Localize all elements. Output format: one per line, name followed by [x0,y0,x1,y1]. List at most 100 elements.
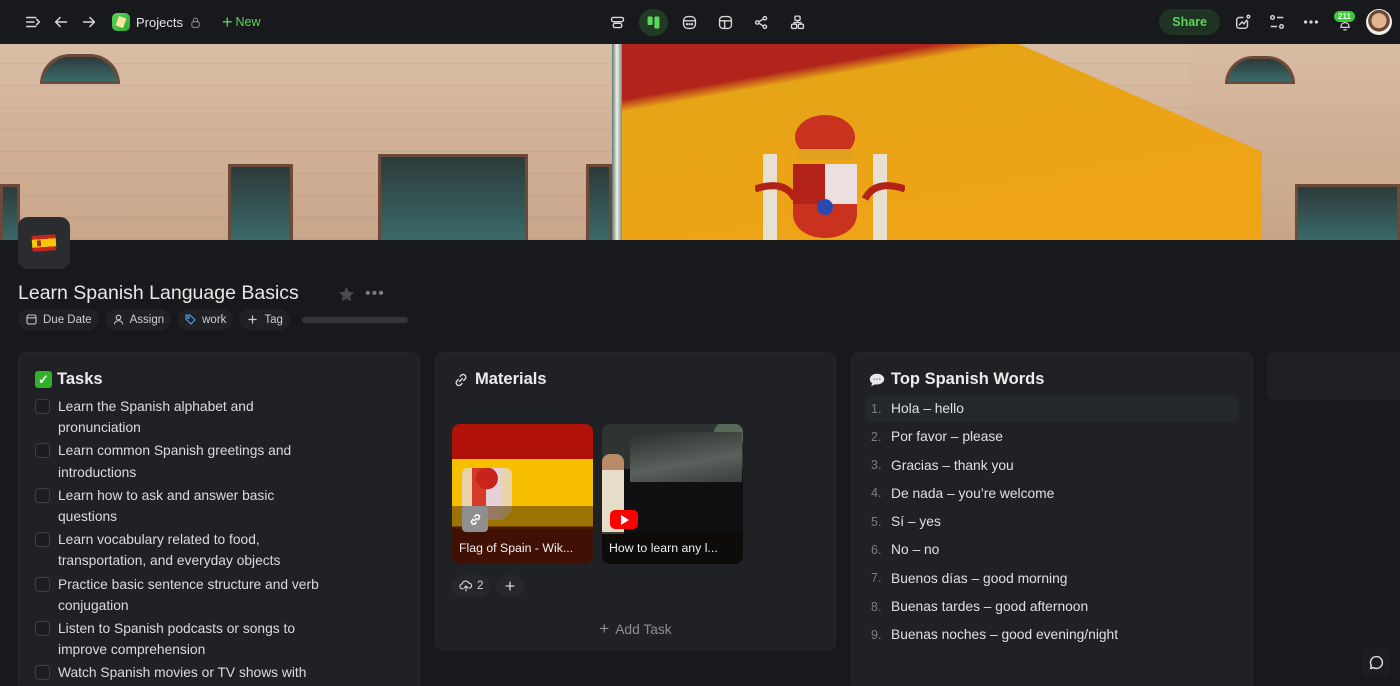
check-mark-icon: ✓ [35,371,52,388]
words-card-title: Top Spanish Words [868,370,1044,389]
upload-button[interactable]: 2 [452,575,491,597]
task-item[interactable]: Listen to Spanish podcasts or songs to i… [35,618,335,660]
top-bar-left: Projects + New [20,0,261,44]
assign-button[interactable]: Assign [104,309,172,330]
task-checkbox[interactable] [35,621,50,637]
task-checkbox[interactable] [35,399,50,414]
favorite-button[interactable] [337,285,356,309]
mindmap-view-button[interactable] [747,9,776,36]
sidebar-toggle-icon [25,16,41,28]
task-text: Practice basic sentence structure and ve… [58,576,319,613]
add-task-button[interactable]: + Add Task [436,619,835,639]
word-number: 2. [871,429,882,444]
tasks-card: ✓ Tasks Learn the Spanish alphabet and p… [18,352,420,686]
hierarchy-view-button[interactable] [783,9,812,36]
new-button-label: New [235,15,261,29]
chat-bubble-icon [1369,655,1383,669]
lock-icon[interactable] [189,16,202,29]
task-item[interactable]: Practice basic sentence structure and ve… [35,574,335,616]
task-checkbox[interactable] [35,443,50,459]
board-view-button[interactable] [639,8,668,36]
notifications-button[interactable]: 211 [1332,9,1358,35]
word-text: Por favor – please [891,429,1003,445]
word-text: No – no [891,542,940,558]
material-link-card[interactable]: Flag of Spain - Wik... [452,424,593,564]
word-item[interactable]: 1. Hola – hello [865,395,1239,422]
word-item[interactable]: 4. De nada – you’re welcome [865,480,1239,507]
word-item[interactable]: 5. Sí – yes [865,508,1239,535]
filter-settings-button[interactable] [1264,9,1290,35]
add-tag-label: Tag [264,313,283,326]
plus-icon [248,315,257,324]
task-item[interactable]: Learn how to ask and answer basic questi… [35,485,335,527]
task-item[interactable]: Watch Spanish movies or TV shows with [35,662,335,683]
word-item[interactable]: 6. No – no [865,536,1239,563]
word-item[interactable]: 7. Buenos días – good morning [865,565,1239,592]
youtube-play-icon [610,510,638,529]
table-view-button[interactable] [711,9,740,36]
more-horizontal-icon [1303,20,1319,24]
task-checkbox[interactable] [35,576,50,592]
due-date-button[interactable]: Due Date [18,309,99,330]
add-tag-button[interactable]: Tag [239,309,290,330]
word-list: 1. Hola – hello 2. Por favor – please 3. Grac… [865,395,1239,650]
notification-badge: 211 [1334,11,1355,22]
list-view-button[interactable] [603,9,632,36]
task-checkbox[interactable] [35,487,50,503]
materials-card-title: Materials [452,370,547,389]
calendar-view-button[interactable] [675,9,704,36]
breadcrumb-projects[interactable]: Projects [136,15,183,30]
page-icon[interactable] [18,217,70,269]
task-item[interactable]: Learn the Spanish alphabet and pronuncia… [35,396,335,438]
analytics-button[interactable] [1230,9,1256,35]
word-text: Gracias – thank you [891,457,1014,473]
task-checkbox[interactable] [35,665,50,681]
chart-icon [1235,14,1251,30]
calendar-view-icon [682,15,697,29]
plus-icon [506,581,515,591]
hierarchy-view-icon [790,14,805,29]
words-card: Top Spanish Words 1. Hola – hello 2. Por fa… [851,352,1253,686]
spain-flag-icon [31,234,57,252]
materials-title-text: Materials [475,370,547,388]
board-view-icon [647,16,660,28]
task-item[interactable]: Learn vocabulary related to food, transp… [35,529,335,571]
add-task-label: Add Task [615,622,672,637]
word-item[interactable]: 8. Buenas tardes – good afternoon [865,593,1239,620]
page-title[interactable]: Learn Spanish Language Basics [18,282,299,305]
due-date-label: Due Date [43,313,92,326]
forward-button[interactable] [76,9,102,35]
material-label: How to learn any l... [602,532,743,564]
material-label: Flag of Spain - Wik... [459,541,574,555]
word-number: 7. [871,571,882,586]
next-column-card [1267,352,1400,400]
word-number: 6. [871,542,882,557]
tag-icon [185,314,196,325]
sidebar-toggle-button[interactable] [20,9,46,35]
material-video-card[interactable]: How to learn any l... [602,424,743,564]
back-button[interactable] [48,9,74,35]
word-number: 1. [871,401,882,416]
list-view-icon [610,16,625,28]
more-options-button[interactable] [1298,9,1324,35]
task-text: Learn the Spanish alphabet and pronuncia… [58,399,254,436]
word-number: 5. [871,514,882,529]
new-button[interactable]: + New [222,13,261,31]
link-badge-icon [462,506,488,532]
share-button[interactable]: Share [1159,9,1220,35]
page-more-button[interactable]: ••• [365,285,385,303]
task-item[interactable]: Learn common Spanish greetings and intro… [35,440,335,482]
task-text: Listen to Spanish podcasts or songs to i… [58,621,295,658]
word-number: 3. [871,458,882,473]
word-item[interactable]: 9. Buenas noches – good evening/night [865,621,1239,648]
add-material-button[interactable] [496,575,525,597]
materials-actions: 2 [452,575,525,597]
word-item[interactable]: 2. Por favor – please [865,423,1239,450]
task-text: Watch Spanish movies or TV shows with [58,665,307,681]
comments-button[interactable] [1362,648,1390,676]
user-avatar[interactable] [1366,9,1392,35]
tag-work[interactable]: work [177,309,234,330]
coat-of-arms-image [755,115,905,240]
word-item[interactable]: 3. Gracias – thank you [865,452,1239,479]
task-checkbox[interactable] [35,532,50,548]
